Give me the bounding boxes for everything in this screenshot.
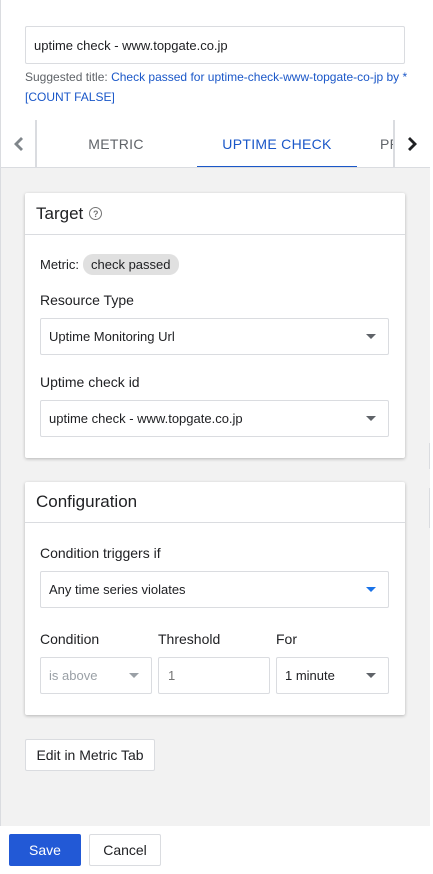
target-card-header: Target ? — [25, 193, 405, 235]
side-divider — [429, 443, 433, 469]
cancel-button[interactable]: Cancel — [89, 834, 161, 866]
help-icon[interactable]: ? — [89, 207, 103, 220]
chevron-left-icon — [14, 137, 23, 151]
for-label: For — [276, 631, 297, 647]
uptime-check-id-value: uptime check - www.topgate.co.jp — [49, 411, 243, 426]
condition-select[interactable]: is above — [40, 657, 152, 694]
tab-metric[interactable]: METRIC — [59, 120, 173, 167]
suggested-title: Suggested title: Check passed for uptime… — [25, 67, 410, 107]
condition-value: is above — [49, 668, 98, 683]
uptime-check-id-select[interactable]: uptime check - www.topgate.co.jp — [40, 400, 389, 437]
metric-chip: check passed — [83, 254, 179, 275]
side-divider — [429, 488, 433, 528]
threshold-input[interactable] — [158, 657, 270, 694]
edit-in-metric-tab-button[interactable]: Edit in Metric Tab — [25, 739, 155, 771]
resource-type-select[interactable]: Uptime Monitoring Url — [40, 318, 389, 355]
condition-triggers-label: Condition triggers if — [40, 545, 161, 561]
tab-bar: METRIC UPTIME CHECK PR — [1, 120, 430, 168]
metric-row: Metric: check passed — [40, 254, 179, 275]
condition-triggers-select[interactable]: Any time series violates — [40, 571, 389, 608]
policy-title-input[interactable] — [25, 26, 405, 64]
configuration-heading: Configuration — [36, 492, 138, 511]
condition-triggers-value: Any time series violates — [49, 582, 186, 597]
dropdown-caret-icon — [366, 334, 376, 339]
resource-type-label: Resource Type — [40, 292, 134, 308]
tab-uptime-check[interactable]: UPTIME CHECK — [197, 120, 357, 167]
for-select[interactable]: 1 minute — [276, 657, 389, 694]
dropdown-caret-icon — [366, 587, 376, 592]
configuration-card: Configuration Condition triggers if Any … — [25, 482, 405, 715]
uptime-check-id-label: Uptime check id — [40, 374, 140, 390]
threshold-label: Threshold — [158, 631, 221, 647]
target-card: Target ? Metric: check passed Resource T… — [25, 193, 405, 458]
configuration-card-header: Configuration — [25, 482, 405, 523]
chevron-right-icon — [407, 137, 417, 151]
dropdown-caret-icon — [366, 416, 376, 421]
for-value: 1 minute — [285, 668, 335, 683]
target-heading: Target — [36, 203, 84, 223]
resource-type-value: Uptime Monitoring Url — [49, 329, 175, 344]
suggested-title-prefix: Suggested title: — [25, 70, 112, 84]
tab-scroll-right-button[interactable] — [393, 120, 430, 167]
dropdown-caret-icon — [366, 673, 376, 678]
condition-label: Condition — [40, 631, 100, 647]
tab-scroll-left-button[interactable] — [1, 120, 37, 167]
save-button[interactable]: Save — [9, 834, 81, 866]
metric-label: Metric: — [40, 257, 79, 272]
dropdown-caret-icon — [129, 673, 139, 678]
